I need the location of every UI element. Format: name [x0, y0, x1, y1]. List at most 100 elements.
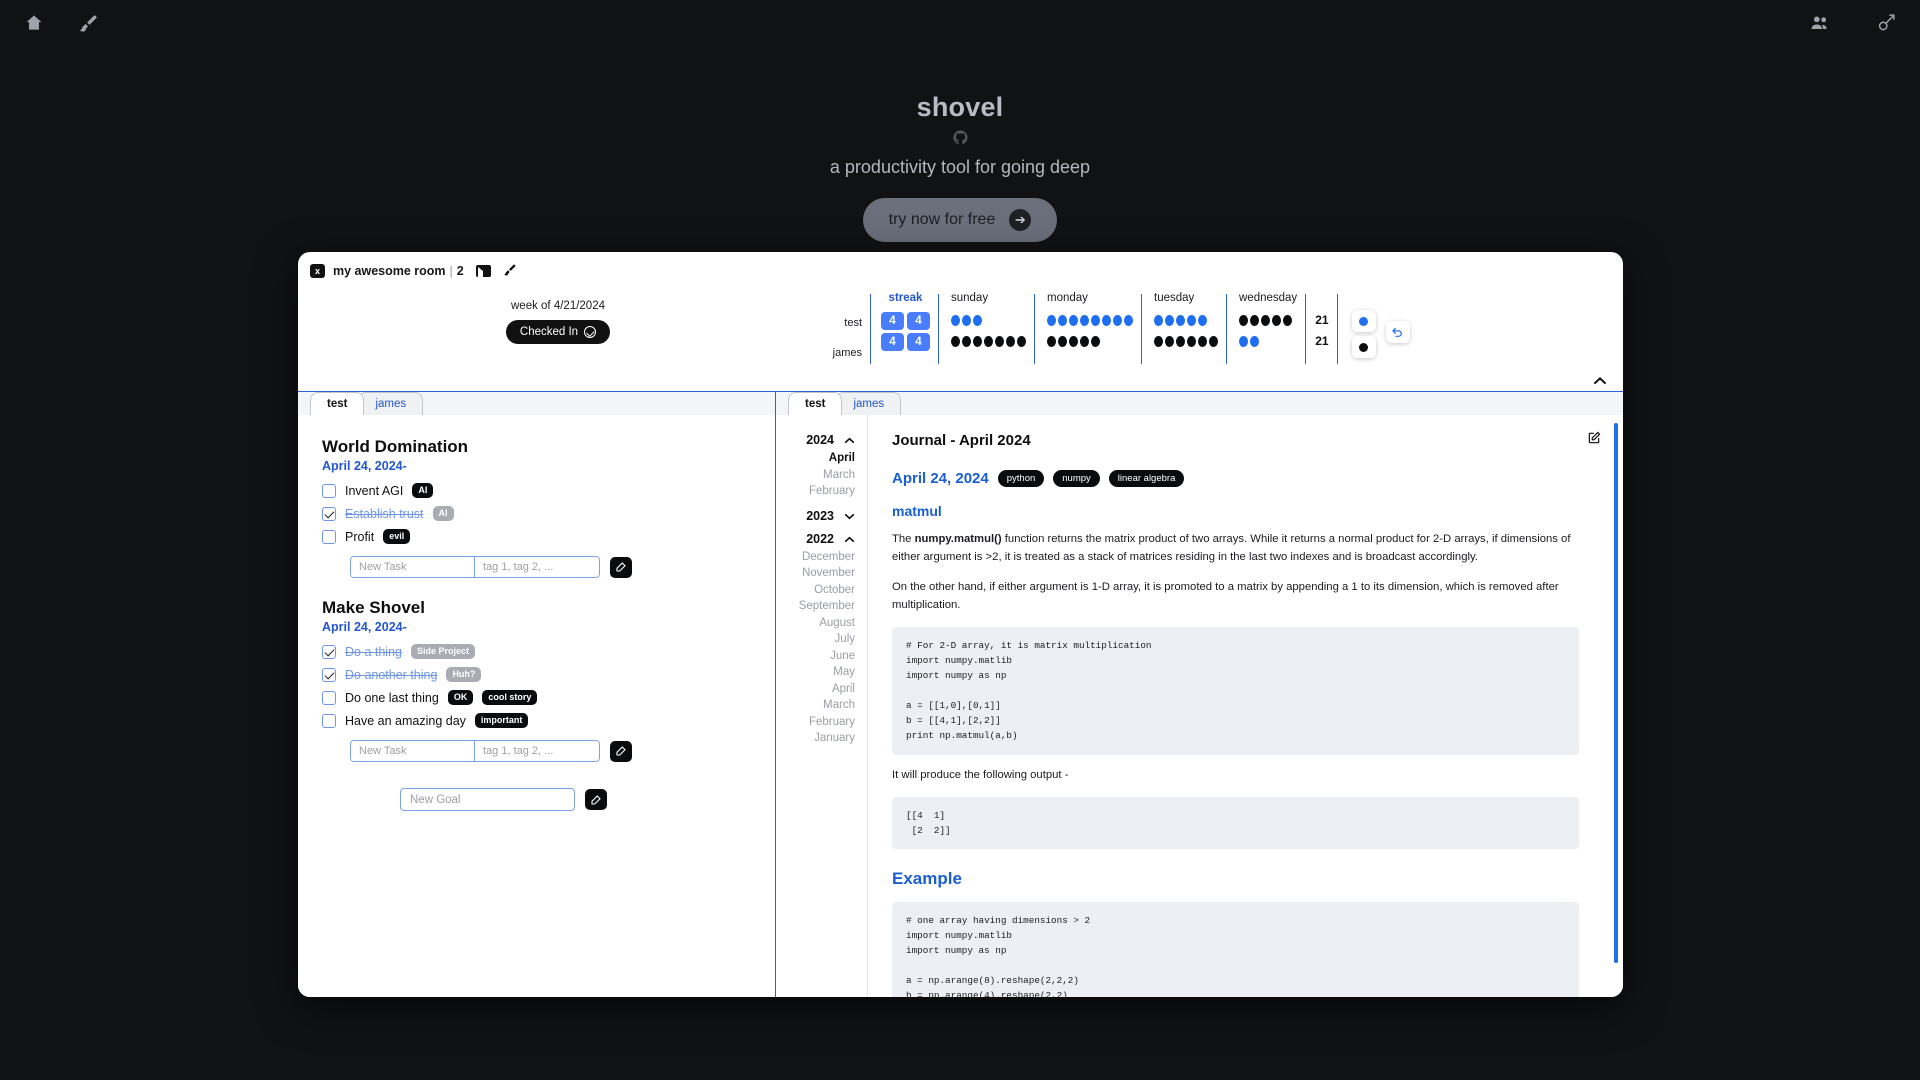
add-task-button[interactable] — [610, 556, 632, 578]
streak-dot[interactable] — [1154, 314, 1163, 326]
streak-dot[interactable] — [973, 314, 982, 326]
streak-dot[interactable] — [1176, 335, 1185, 347]
month-item-may[interactable]: May — [776, 664, 855, 681]
streak-dot[interactable] — [1069, 314, 1078, 326]
year-row-2023[interactable]: 2023 — [776, 509, 855, 523]
close-icon[interactable]: x — [310, 264, 325, 278]
month-item-august[interactable]: August — [776, 615, 855, 632]
streak-dot[interactable] — [1250, 314, 1259, 326]
add-goal-button[interactable] — [585, 789, 607, 810]
streak-dot[interactable] — [1006, 335, 1015, 347]
entry-tag[interactable]: numpy — [1053, 470, 1100, 487]
streak-dot[interactable] — [962, 335, 971, 347]
streak-dot[interactable] — [984, 335, 993, 347]
tab-test[interactable]: test — [310, 392, 365, 415]
undo-icon[interactable] — [1385, 321, 1410, 343]
journal-edit-icon[interactable] — [1587, 431, 1601, 450]
streak-dot[interactable] — [1198, 335, 1207, 347]
year-row-2024[interactable]: 2024 — [776, 433, 855, 447]
journal-scrollbar[interactable] — [1614, 423, 1618, 963]
streak-dot[interactable] — [1047, 314, 1056, 326]
shovel-icon[interactable] — [1874, 11, 1898, 35]
chevron-up-icon[interactable] — [1593, 372, 1607, 390]
legend-blue-dot[interactable] — [1351, 310, 1376, 332]
streak-dot[interactable] — [1239, 335, 1248, 347]
new-task-input[interactable] — [351, 741, 475, 761]
streak-dot[interactable] — [1102, 314, 1111, 326]
try-now-button[interactable]: try now for free ➔ — [862, 198, 1058, 242]
task-tag-chip[interactable]: important — [474, 713, 529, 728]
entry-date[interactable]: April 24, 2024 — [892, 470, 989, 487]
streak-dot[interactable] — [951, 335, 960, 347]
streak-dot[interactable] — [1091, 335, 1100, 347]
streak-dot[interactable] — [1187, 314, 1196, 326]
brush-icon[interactable] — [503, 263, 517, 280]
streak-dot[interactable] — [1250, 335, 1259, 347]
month-item-february[interactable]: February — [776, 483, 855, 500]
legend-black-dot[interactable] — [1351, 336, 1376, 358]
streak-dot[interactable] — [1176, 314, 1185, 326]
task-tag-chip[interactable]: Huh? — [446, 667, 482, 682]
month-item-october[interactable]: October — [776, 582, 855, 599]
task-tag-chip[interactable]: cool story — [482, 690, 538, 705]
streak-dot[interactable] — [1069, 335, 1078, 347]
month-item-july[interactable]: July — [776, 631, 855, 648]
month-item-november[interactable]: November — [776, 565, 855, 582]
streak-dot[interactable] — [1209, 335, 1218, 347]
task-checkbox[interactable] — [322, 713, 336, 728]
streak-dot[interactable] — [1165, 314, 1174, 326]
month-item-april[interactable]: April — [776, 450, 855, 467]
paintbrush-icon[interactable] — [76, 11, 100, 35]
task-checkbox[interactable] — [322, 644, 336, 659]
task-checkbox[interactable] — [322, 690, 336, 705]
streak-dot[interactable] — [1113, 314, 1122, 326]
streak-dot[interactable] — [1198, 314, 1207, 326]
month-item-february[interactable]: February — [776, 714, 855, 731]
streak-dot[interactable] — [1058, 314, 1067, 326]
tab-james[interactable]: james — [358, 392, 424, 415]
chevron-up-icon[interactable] — [844, 433, 855, 447]
task-tag-chip[interactable]: OK — [447, 690, 474, 705]
month-item-june[interactable]: June — [776, 648, 855, 665]
streak-dot[interactable] — [1058, 335, 1067, 347]
year-row-2022[interactable]: 2022 — [776, 532, 855, 546]
chevron-up-icon[interactable] — [844, 532, 855, 546]
new-task-tags-input[interactable] — [475, 557, 599, 577]
checked-in-button[interactable]: Checked In — [505, 320, 611, 344]
streak-dot[interactable] — [1080, 335, 1089, 347]
people-icon[interactable] — [1808, 11, 1832, 35]
streak-dot[interactable] — [1047, 335, 1056, 347]
streak-dot[interactable] — [995, 335, 1004, 347]
task-checkbox[interactable] — [322, 506, 336, 521]
task-tag-chip[interactable]: evil — [383, 529, 411, 544]
month-item-december[interactable]: December — [776, 549, 855, 566]
task-tag-chip[interactable]: AI — [432, 506, 454, 521]
task-tag-chip[interactable]: AI — [412, 483, 434, 498]
month-item-september[interactable]: September — [776, 598, 855, 615]
month-item-january[interactable]: January — [776, 730, 855, 747]
streak-dot[interactable] — [973, 335, 982, 347]
streak-dot[interactable] — [1261, 314, 1270, 326]
chevron-down-icon[interactable] — [844, 509, 855, 523]
home-icon[interactable] — [22, 11, 46, 35]
streak-dot[interactable] — [1187, 335, 1196, 347]
streak-dot[interactable] — [1154, 335, 1163, 347]
github-icon[interactable] — [952, 129, 969, 151]
streak-dot[interactable] — [962, 314, 971, 326]
task-tag-chip[interactable]: Side Project — [410, 644, 476, 659]
streak-dot[interactable] — [1239, 314, 1248, 326]
streak-dot[interactable] — [1165, 335, 1174, 347]
month-item-april[interactable]: April — [776, 681, 855, 698]
task-checkbox[interactable] — [322, 483, 336, 498]
entry-tag[interactable]: python — [997, 470, 1045, 487]
journal-tab-james[interactable]: james — [836, 392, 902, 415]
task-checkbox[interactable] — [322, 667, 336, 682]
month-item-march[interactable]: March — [776, 467, 855, 484]
streak-dot[interactable] — [1272, 314, 1281, 326]
streak-dot[interactable] — [1091, 314, 1100, 326]
streak-dot[interactable] — [1124, 314, 1133, 326]
new-task-tags-input[interactable] — [475, 741, 599, 761]
month-item-march[interactable]: March — [776, 697, 855, 714]
new-goal-input[interactable] — [400, 788, 575, 811]
streak-dot[interactable] — [951, 314, 960, 326]
